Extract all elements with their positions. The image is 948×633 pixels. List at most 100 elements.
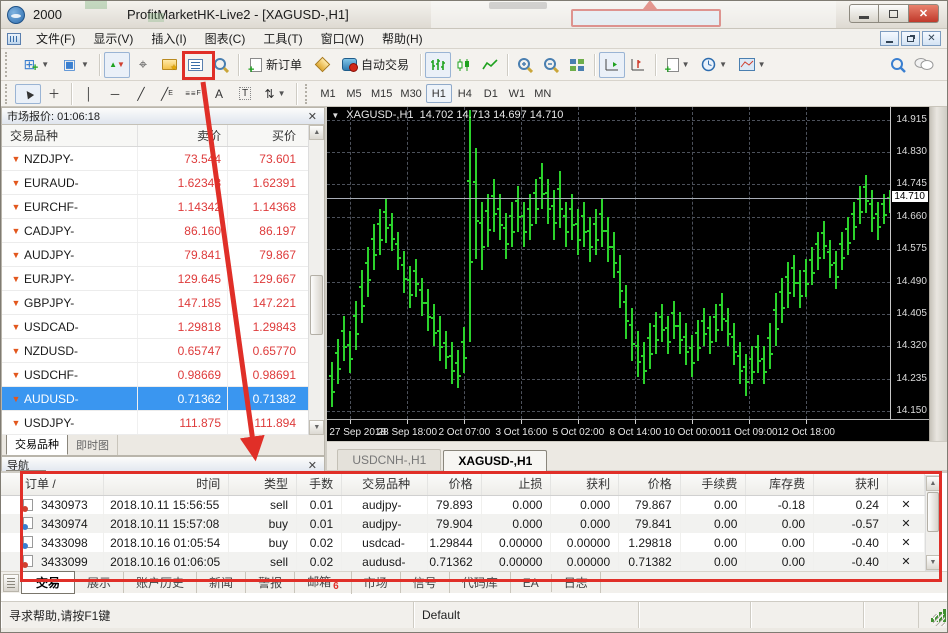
- child-restore-button[interactable]: [901, 31, 920, 46]
- col-symbol[interactable]: 交易品种: [341, 473, 429, 496]
- price-axis[interactable]: 14.710 14.915 14.830 14.745 14.660 14.575 14.…: [890, 107, 931, 419]
- timeframe-w1[interactable]: W1: [504, 84, 530, 103]
- timeframe-mn[interactable]: MN: [530, 84, 556, 103]
- order-row[interactable]: 3433098 2018.10.16 01:05:54 buy 0.02 usdcad-…: [1, 533, 926, 552]
- scroll-thumb[interactable]: [310, 275, 324, 335]
- child-close-button[interactable]: ✕: [922, 31, 941, 46]
- timeframe-m5[interactable]: M5: [341, 84, 367, 103]
- market-row[interactable]: ▼ USDJPY- 111.875 111.894: [2, 411, 325, 435]
- toolbar-grip[interactable]: [305, 83, 312, 104]
- vertical-line-tool[interactable]: │: [76, 84, 102, 104]
- market-row[interactable]: ▼ NZDJPY- 73.544 73.601: [2, 147, 325, 171]
- col-price[interactable]: 价格: [427, 473, 482, 496]
- market-row[interactable]: ▼ AUDJPY- 79.841 79.867: [2, 243, 325, 267]
- zoom-out-button[interactable]: [538, 52, 564, 78]
- tab-usdcnh[interactable]: USDCNH-,H1: [337, 449, 442, 470]
- text-tool[interactable]: A: [206, 84, 232, 104]
- market-row[interactable]: ▼ CADJPY- 86.160 86.197: [2, 219, 325, 243]
- tab-symbols[interactable]: 交易品种: [6, 433, 68, 455]
- market-row[interactable]: ▼ EURCHF- 1.14342 1.14368: [2, 195, 325, 219]
- market-row[interactable]: ▼ EURAUD- 1.62348 1.62391: [2, 171, 325, 195]
- toolbar-grip[interactable]: [5, 83, 12, 104]
- minimize-button[interactable]: [849, 4, 879, 23]
- menu-tools[interactable]: 工具(T): [254, 28, 311, 49]
- market-watch-scrollbar[interactable]: ▲ ▼: [308, 125, 325, 435]
- autoscroll-button[interactable]: [599, 51, 626, 78]
- close-order-icon[interactable]: ✕: [887, 533, 926, 552]
- market-watch-close-icon[interactable]: ✕: [305, 110, 319, 123]
- col-sl[interactable]: 止损: [481, 473, 552, 496]
- col-swap[interactable]: 库存费: [745, 473, 815, 496]
- tab-exposure[interactable]: 展示: [75, 572, 125, 593]
- order-row[interactable]: 3433099 2018.10.16 01:06:05 sell 0.02 audusd…: [1, 552, 926, 571]
- chart-plot[interactable]: ▼ XAGUSD-,H1 14.702 14.713 14.697 14.710: [327, 107, 891, 419]
- market-row[interactable]: ▼ EURJPY- 129.645 129.667: [2, 267, 325, 291]
- search-icon[interactable]: [885, 52, 911, 78]
- menu-help[interactable]: 帮助(H): [373, 28, 432, 49]
- market-row[interactable]: ▼ NZDUSD- 0.65747 0.65770: [2, 339, 325, 363]
- col-bid[interactable]: 卖价: [137, 125, 227, 146]
- zoom-in-button[interactable]: [512, 52, 538, 78]
- tab-code-base[interactable]: 代码库: [450, 572, 511, 593]
- col-lots[interactable]: 手数: [296, 473, 343, 496]
- autotrading-button[interactable]: 自动交易: [335, 52, 416, 78]
- horizontal-line-tool[interactable]: ─: [102, 84, 128, 104]
- col-time[interactable]: 时间: [103, 473, 230, 496]
- menu-insert[interactable]: 插入(I): [142, 28, 195, 49]
- label-tool[interactable]: T: [232, 84, 258, 104]
- col-price2[interactable]: 价格: [618, 473, 681, 496]
- col-tp[interactable]: 获利: [550, 473, 620, 496]
- close-button[interactable]: ✕: [909, 4, 939, 23]
- col-symbol[interactable]: 交易品种: [2, 127, 137, 144]
- chat-icon[interactable]: [911, 52, 937, 78]
- timeframe-m15[interactable]: M15: [367, 84, 396, 103]
- resize-grip[interactable]: [933, 614, 945, 626]
- tab-market[interactable]: 市场: [352, 572, 401, 593]
- scroll-thumb[interactable]: [927, 492, 939, 532]
- tab-mailbox[interactable]: 邮箱 6: [295, 570, 352, 595]
- tab-news[interactable]: 新闻: [197, 572, 247, 593]
- market-row[interactable]: ▼ USDCHF- 0.98669 0.98691: [2, 363, 325, 387]
- line-chart-button[interactable]: [477, 52, 503, 78]
- close-order-icon[interactable]: ✕: [887, 552, 926, 571]
- order-row[interactable]: 3430973 2018.10.11 15:56:55 sell 0.01 audjpy…: [1, 495, 926, 514]
- timeframe-m1[interactable]: M1: [315, 84, 341, 103]
- new-chart-button[interactable]: ⊞ + ▼: [15, 52, 55, 78]
- templates-button[interactable]: ▼: [732, 52, 772, 78]
- col-type[interactable]: 类型: [228, 473, 297, 496]
- close-order-icon[interactable]: ✕: [887, 495, 926, 514]
- close-order-icon[interactable]: ✕: [887, 514, 926, 533]
- market-watch-button[interactable]: ▲ ▼: [104, 51, 130, 78]
- maximize-button[interactable]: [879, 4, 909, 23]
- channel-tool[interactable]: ╱ E: [154, 84, 180, 104]
- navigator-button[interactable]: [156, 52, 182, 78]
- timeframe-h1[interactable]: H1: [425, 84, 452, 103]
- cursor-tool[interactable]: ▲: [15, 83, 41, 104]
- order-row[interactable]: 3430974 2018.10.11 15:57:08 buy 0.01 audjpy-…: [1, 514, 926, 533]
- terminal-scrollbar[interactable]: ▲ ▼: [925, 475, 941, 571]
- profiles-button[interactable]: ▣ ▼: [55, 52, 95, 78]
- strategy-tester-button[interactable]: [208, 52, 234, 78]
- col-commission[interactable]: 手续费: [680, 473, 747, 496]
- terminal-grip-icon[interactable]: [3, 573, 19, 592]
- scroll-up-icon[interactable]: ▲: [309, 125, 325, 140]
- tab-trade[interactable]: 交易: [21, 571, 76, 594]
- data-window-button[interactable]: ⌖: [130, 52, 156, 78]
- tab-tick-chart[interactable]: 即时图: [68, 435, 118, 455]
- terminal-button[interactable]: [182, 52, 208, 78]
- tab-signals[interactable]: 信号: [401, 572, 450, 593]
- chart-shift-button[interactable]: [625, 52, 651, 78]
- crosshair-tool[interactable]: ＋: [41, 84, 67, 104]
- tab-xagusd[interactable]: XAGUSD-,H1: [443, 450, 548, 471]
- tile-windows-button[interactable]: [564, 52, 590, 78]
- navigator-close-icon[interactable]: ✕: [305, 459, 319, 472]
- col-profit[interactable]: 获利: [813, 473, 888, 496]
- arrows-tool[interactable]: ⇅ ▼: [258, 84, 292, 104]
- toolbar-grip[interactable]: [5, 52, 12, 77]
- trendline-tool[interactable]: ╱: [128, 84, 154, 104]
- market-row[interactable]: ▼ GBPJPY- 147.185 147.221: [2, 291, 325, 315]
- candlestick-button[interactable]: [451, 52, 477, 78]
- timeframe-d1[interactable]: D1: [478, 84, 504, 103]
- timeframe-m30[interactable]: M30: [396, 84, 425, 103]
- tab-account-history[interactable]: 账户历史: [124, 572, 198, 593]
